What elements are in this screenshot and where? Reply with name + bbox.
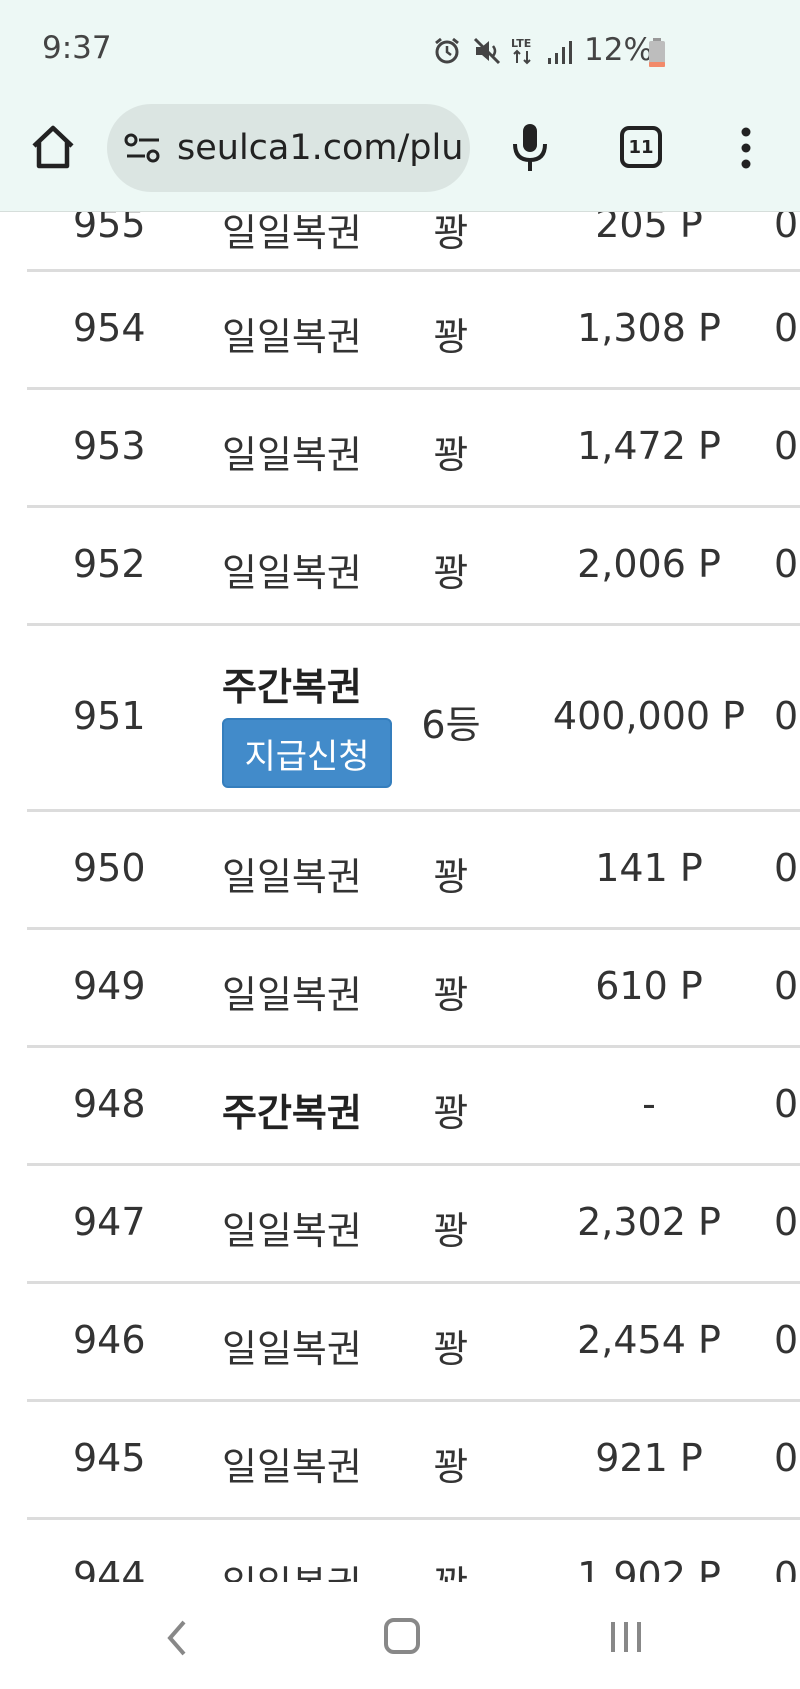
row-number: 953	[73, 424, 146, 468]
row-last-value: 0	[774, 1082, 799, 1126]
lottery-rank: 꽝	[433, 1091, 469, 1135]
lottery-type: 일일복권	[222, 1445, 362, 1489]
lottery-history-table: 955 일일복권 꽝 205 P 0 954 일일복권 꽝 1,308 P 0 …	[0, 212, 800, 1582]
lottery-type: 일일복권	[222, 433, 362, 477]
lottery-rank: 6등	[421, 703, 481, 747]
row-last-value: 0	[774, 1436, 799, 1480]
row-number: 948	[73, 1082, 146, 1126]
row-number: 955	[73, 212, 146, 246]
tab-switcher-button[interactable]: 11	[620, 126, 662, 168]
table-row: 949 일일복권 꽝 610 P 0	[27, 930, 800, 1048]
lottery-rank: 꽝	[433, 433, 469, 477]
row-number: 944	[73, 1554, 146, 1582]
row-number: 950	[73, 846, 146, 890]
row-last-value: 0	[774, 212, 799, 246]
lottery-type: 일일복권	[222, 212, 362, 255]
lottery-points: 205 P	[595, 212, 703, 246]
lottery-type: 일일복권	[222, 315, 362, 359]
row-last-value: 0	[774, 542, 799, 586]
svg-text:LTE: LTE	[511, 37, 531, 50]
lottery-type: 일일복권	[222, 1209, 362, 1253]
home-icon[interactable]	[28, 122, 78, 172]
row-number: 952	[73, 542, 146, 586]
lottery-rank: 꽝	[433, 212, 469, 255]
lottery-type: 일일복권	[222, 1327, 362, 1371]
table-row: 954 일일복권 꽝 1,308 P 0	[27, 272, 800, 390]
table-row: 947 일일복권 꽝 2,302 P 0	[27, 1166, 800, 1284]
lte-icon: LTE	[510, 36, 538, 66]
table-row: 953 일일복권 꽝 1,472 P 0	[27, 390, 800, 508]
row-last-value: 0	[774, 424, 799, 468]
row-number: 946	[73, 1318, 146, 1362]
lottery-rank: 꽝	[433, 315, 469, 359]
lottery-type: 주간복권	[222, 1091, 362, 1135]
more-menu-icon[interactable]	[736, 126, 756, 170]
lottery-type: 일일복권	[222, 1554, 362, 1582]
lottery-points: 921 P	[595, 1436, 703, 1480]
row-last-value: 0	[774, 1318, 799, 1362]
mute-icon	[472, 36, 502, 66]
lottery-type: 일일복권	[222, 973, 362, 1017]
lottery-rank: 꽝	[433, 551, 469, 595]
row-last-value: 0	[774, 964, 799, 1008]
lottery-points: -	[642, 1082, 656, 1126]
site-settings-icon[interactable]	[123, 130, 163, 166]
lottery-rank: 꽝	[433, 973, 469, 1017]
row-last-value: 0	[774, 694, 799, 738]
lottery-points: 1,308 P	[577, 306, 721, 350]
alarm-icon	[432, 36, 462, 66]
lottery-points: 610 P	[595, 964, 703, 1008]
lottery-points: 1,472 P	[577, 424, 721, 468]
lottery-points: 2,302 P	[577, 1200, 721, 1244]
signal-icon	[546, 38, 574, 66]
battery-icon	[648, 38, 666, 68]
table-row: 946 일일복권 꽝 2,454 P 0	[27, 1284, 800, 1402]
lottery-points: 400,000 P	[552, 694, 746, 738]
lottery-points: 1,902 P	[577, 1554, 721, 1582]
row-last-value: 0	[774, 1554, 799, 1582]
row-number: 951	[73, 694, 146, 738]
lottery-type: 일일복권	[222, 551, 362, 595]
battery-percent: 12%	[584, 32, 653, 68]
row-number: 945	[73, 1436, 146, 1480]
lottery-points: 141 P	[595, 846, 703, 890]
lottery-rank: 꽝	[433, 1209, 469, 1253]
claim-payout-button[interactable]: 지급신청	[222, 718, 392, 788]
recent-apps-icon[interactable]	[608, 1620, 644, 1654]
mic-icon[interactable]	[510, 122, 550, 174]
status-time: 9:37	[42, 30, 112, 66]
table-row: 951 주간복권 지급신청 6등 400,000 P 0	[27, 626, 800, 812]
status-bar: 9:37 LTE 12%	[0, 0, 800, 100]
lottery-rank: 꽝	[433, 1327, 469, 1371]
lottery-rank: 꽝	[433, 855, 469, 899]
system-nav-bar	[0, 1582, 800, 1689]
table-row: 948 주간복권 꽝 - 0	[27, 1048, 800, 1166]
lottery-type: 일일복권	[222, 855, 362, 899]
row-last-value: 0	[774, 846, 799, 890]
table-row: 955 일일복권 꽝 205 P 0	[27, 212, 800, 272]
lottery-rank: 꽝	[433, 1445, 469, 1489]
row-number: 949	[73, 964, 146, 1008]
home-nav-icon[interactable]	[384, 1618, 420, 1654]
lottery-points: 2,454 P	[577, 1318, 721, 1362]
table-row: 952 일일복권 꽝 2,006 P 0	[27, 508, 800, 626]
table-row: 944 일일복권 꽝 1,902 P 0	[27, 1520, 800, 1582]
row-last-value: 0	[774, 1200, 799, 1244]
table-row: 945 일일복권 꽝 921 P 0	[27, 1402, 800, 1520]
table-row: 950 일일복권 꽝 141 P 0	[27, 812, 800, 930]
row-number: 954	[73, 306, 146, 350]
lottery-points: 2,006 P	[577, 542, 721, 586]
lottery-type: 주간복권	[222, 665, 362, 709]
url-bar[interactable]: seulca1.com/plu	[107, 104, 470, 192]
row-last-value: 0	[774, 306, 799, 350]
browser-toolbar: seulca1.com/plu 11	[0, 100, 800, 212]
row-number: 947	[73, 1200, 146, 1244]
lottery-rank: 꽝	[434, 1554, 469, 1582]
back-icon[interactable]	[162, 1618, 192, 1658]
url-text[interactable]: seulca1.com/plu	[177, 128, 463, 168]
